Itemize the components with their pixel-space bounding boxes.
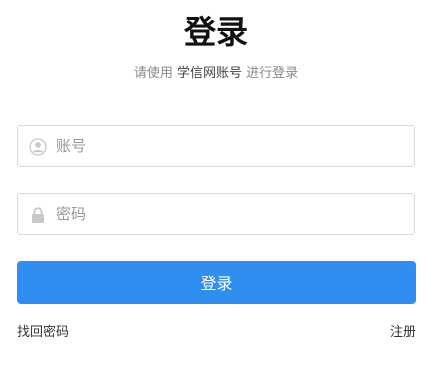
subtitle-account-type: 学信网账号 [176, 66, 242, 81]
register-link[interactable]: 注册 [390, 324, 416, 342]
password-field[interactable] [17, 193, 415, 235]
page-subtitle: 请使用 学信网账号 进行登录 [0, 64, 432, 84]
account-input[interactable] [56, 126, 406, 166]
login-button[interactable]: 登录 [17, 261, 416, 304]
subtitle-prefix: 请使用 [133, 66, 173, 81]
forgot-password-link[interactable]: 找回密码 [17, 324, 69, 342]
user-icon [29, 138, 47, 156]
account-field[interactable] [17, 125, 415, 167]
page-title: 登录 [183, 13, 248, 51]
subtitle-suffix: 进行登录 [246, 66, 299, 81]
lock-icon [29, 206, 47, 224]
password-input[interactable] [56, 194, 406, 234]
login-page: 登录 请使用 学信网账号 进行登录 登录 找回密码 注册 [0, 0, 444, 378]
